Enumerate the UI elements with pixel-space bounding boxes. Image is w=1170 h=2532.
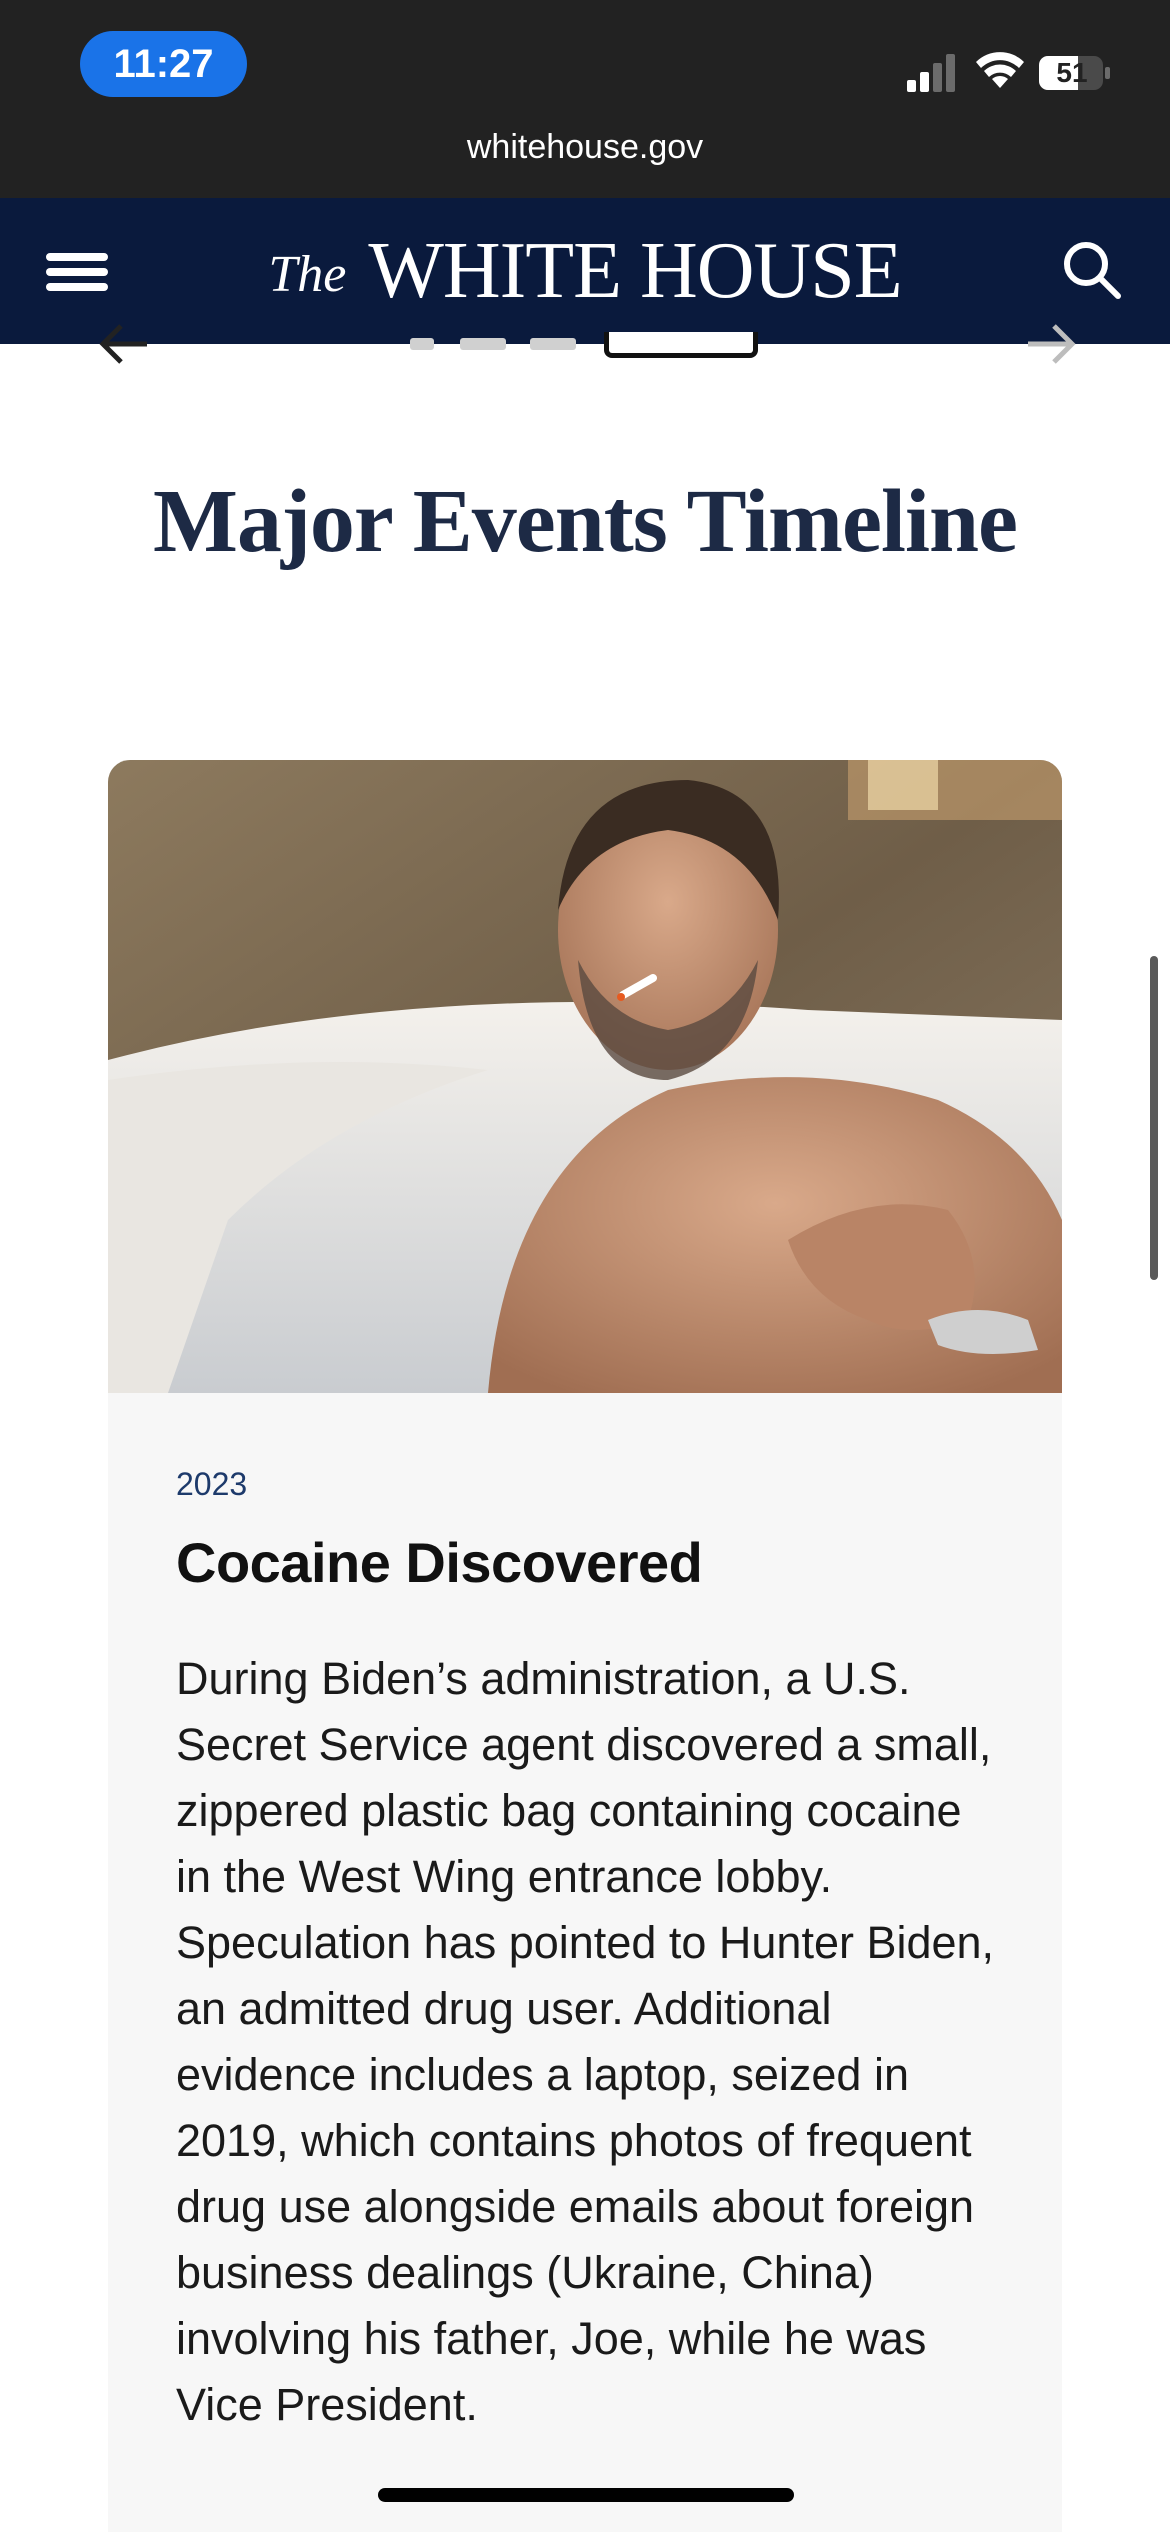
status-bar: 11:27 51 — [0, 0, 1170, 120]
signal-icon — [907, 54, 955, 92]
battery-level: 51 — [1056, 57, 1088, 88]
browser-url-bar[interactable]: whitehouse.gov — [0, 120, 1170, 198]
arrow-left-icon[interactable] — [95, 314, 155, 374]
brand-name: WHITE HOUSE — [368, 227, 902, 315]
event-description: During Biden’s administration, a U.S. Se… — [176, 1653, 995, 2430]
carousel-dot[interactable] — [460, 338, 506, 350]
event-photo — [108, 760, 1062, 1393]
scrollbar[interactable] — [1150, 956, 1158, 1280]
url-text[interactable]: whitehouse.gov — [0, 128, 1170, 167]
site-logo[interactable]: The WHITE HOUSE — [0, 226, 1170, 317]
arrow-right-icon[interactable] — [1020, 314, 1080, 374]
carousel-dot[interactable] — [410, 338, 434, 350]
timeline-card: 2023 Cocaine Discovered During Biden’s a… — [108, 760, 1062, 2532]
timeline-title: Major Events Timeline — [153, 472, 1018, 571]
brand-prefix: The — [268, 246, 347, 303]
carousel-dot[interactable] — [530, 338, 576, 350]
carousel-dot-active[interactable] — [604, 332, 758, 358]
carousel-controls — [0, 324, 1170, 384]
wifi-icon — [976, 52, 1024, 88]
home-indicator[interactable] — [378, 2488, 794, 2502]
status-time[interactable]: 11:27 — [80, 31, 247, 97]
search-icon[interactable] — [1060, 238, 1122, 300]
event-title: Cocaine Discovered — [176, 1531, 703, 1594]
site-header: The WHITE HOUSE — [0, 198, 1170, 344]
event-year: 2023 — [176, 1466, 248, 1502]
